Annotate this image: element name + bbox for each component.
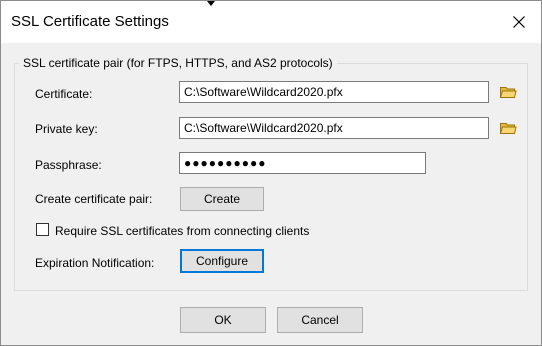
cancel-button[interactable]: Cancel [277, 307, 363, 333]
private-key-input[interactable]: C:\Software\Wildcard2020.pfx [179, 117, 489, 139]
ssl-certificate-settings-dialog: SSL Certificate Settings SSL certificate… [0, 0, 542, 346]
title-bar[interactable]: SSL Certificate Settings [1, 1, 541, 43]
passphrase-label: Passphrase: [35, 158, 102, 172]
expiration-label: Expiration Notification: [35, 256, 155, 270]
caret-down-icon [207, 1, 215, 6]
certificate-label: Certificate: [35, 87, 93, 101]
folder-icon[interactable] [499, 84, 517, 100]
create-button[interactable]: Create [180, 187, 264, 211]
create-pair-label: Create certificate pair: [35, 192, 153, 206]
group-legend: SSL certificate pair (for FTPS, HTTPS, a… [19, 56, 337, 70]
require-ssl-checkbox[interactable] [36, 223, 49, 236]
ok-button[interactable]: OK [180, 307, 266, 333]
passphrase-input[interactable]: ●●●●●●●●●● [179, 152, 426, 174]
close-icon [513, 16, 525, 28]
close-button[interactable] [497, 1, 541, 43]
private-key-label: Private key: [35, 122, 98, 136]
configure-button[interactable]: Configure [180, 249, 264, 273]
certificate-input[interactable]: C:\Software\Wildcard2020.pfx [179, 81, 489, 103]
require-ssl-label[interactable]: Require SSL certificates from connecting… [55, 224, 309, 238]
folder-icon[interactable] [499, 120, 517, 136]
dialog-title: SSL Certificate Settings [11, 13, 169, 30]
